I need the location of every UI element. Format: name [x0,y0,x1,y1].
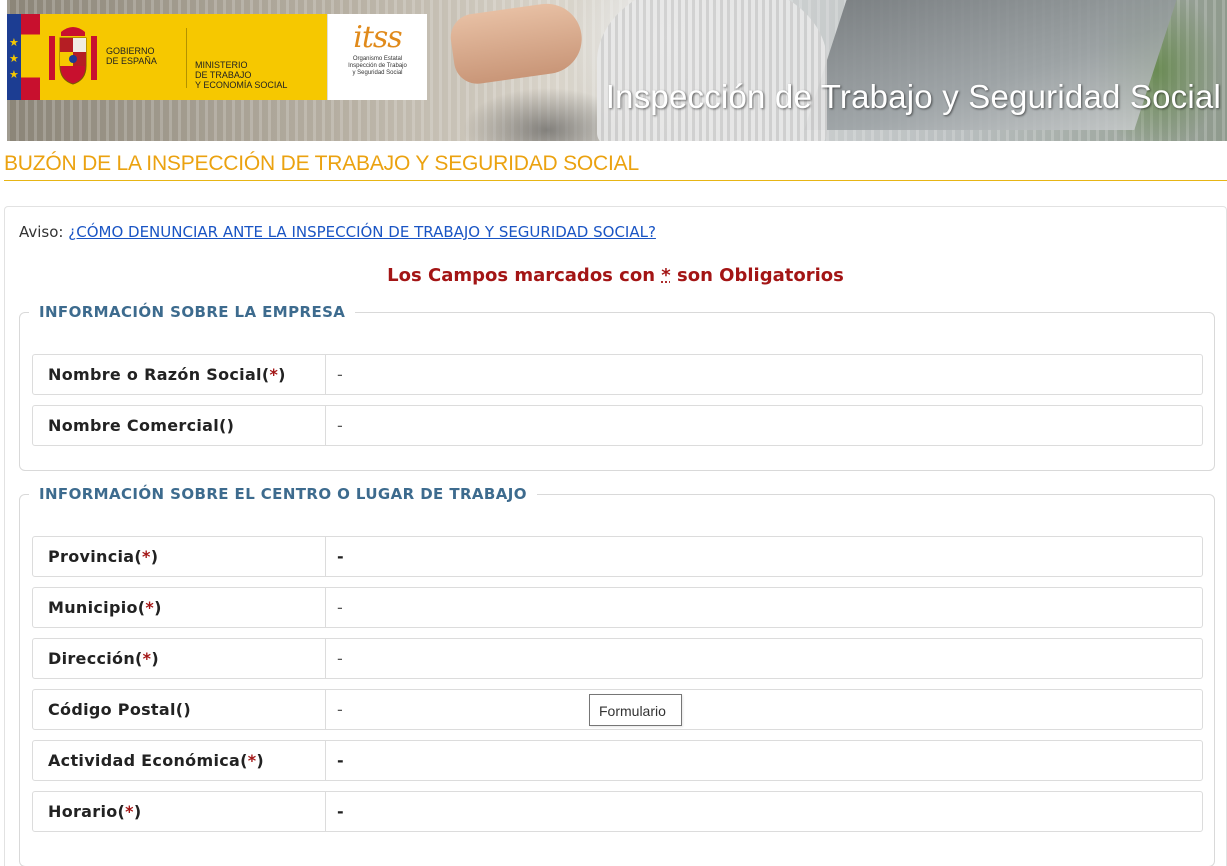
field-row-nombre-comercial: Nombre Comercial( ) - [32,405,1203,446]
field-value: - [337,598,343,617]
centro-section: INFORMACIÓN SOBRE EL CENTRO O LUGAR DE T… [19,485,1215,866]
field-label: Provincia(*) [33,537,326,576]
aviso-prefix: Aviso: [19,223,64,241]
form-panel: Aviso: ¿CÓMO DENUNCIAR ANTE LA INSPECCIÓ… [4,206,1227,866]
field-label: Nombre Comercial( ) [33,406,326,445]
field-value: - [337,365,343,384]
empresa-legend: INFORMACIÓN SOBRE LA EMPRESA [39,303,346,321]
field-row-municipio: Municipio(*) - [32,587,1203,628]
como-denunciar-link[interactable]: ¿CÓMO DENUNCIAR ANTE LA INSPECCIÓN DE TR… [68,223,656,241]
aviso-notice: Aviso: ¿CÓMO DENUNCIAR ANTE LA INSPECCIÓ… [19,223,656,241]
field-row-actividad-economica: Actividad Económica(*) - [32,740,1203,781]
field-label: Código Postal( ) [33,690,326,729]
banner-title: Inspección de Trabajo y Seguridad Social [605,78,1221,115]
eu-flag-icon: ★ ★ ★ [7,14,40,100]
field-value: - [337,547,344,566]
field-value: - [337,751,344,770]
field-row-direccion: Dirección(*) - [32,638,1203,679]
gobierno-logo[interactable]: ★ ★ ★ GOBIERNO DE ESPAÑA MINISTERIO DE T… [7,14,327,100]
field-row-provincia: Provincia(*) - [32,536,1203,577]
field-label: Horario(*) [33,792,326,831]
itss-logo-mark: itss [353,20,402,55]
field-label: Dirección(*) [33,639,326,678]
required-star: * [661,265,671,286]
itss-logo[interactable]: itss Organismo Estatal Inspección de Tra… [327,14,427,100]
coat-of-arms-icon [40,14,106,100]
itss-logo-caption: Organismo Estatal Inspección de Trabajo … [348,56,407,76]
field-value: - [337,416,343,435]
header-banner: ★ ★ ★ GOBIERNO DE ESPAÑA MINISTERIO DE T… [7,0,1227,141]
field-row-horario: Horario(*) - [32,791,1203,832]
empresa-section: INFORMACIÓN SOBRE LA EMPRESA Nombre o Ra… [19,303,1215,471]
gobierno-text: GOBIERNO DE ESPAÑA [106,46,157,66]
field-row-nombre-razon-social: Nombre o Razón Social(*) - [32,354,1203,395]
field-label: Municipio(*) [33,588,326,627]
field-value: - [337,700,343,719]
field-label: Actividad Económica(*) [33,741,326,780]
required-fields-note: Los Campos marcados con * son Obligatori… [387,265,844,286]
banner-photo-person [597,0,827,141]
centro-legend: INFORMACIÓN SOBRE EL CENTRO O LUGAR DE T… [39,485,527,503]
page-title: BUZÓN DE LA INSPECCIÓN DE TRABAJO Y SEGU… [4,152,1227,181]
field-label: Nombre o Razón Social(*) [33,355,326,394]
ministerio-text: MINISTERIO DE TRABAJO Y ECONOMÍA SOCIAL [186,28,327,90]
field-value: - [337,649,343,668]
field-value: - [337,802,344,821]
tooltip: Formulario [589,694,682,726]
